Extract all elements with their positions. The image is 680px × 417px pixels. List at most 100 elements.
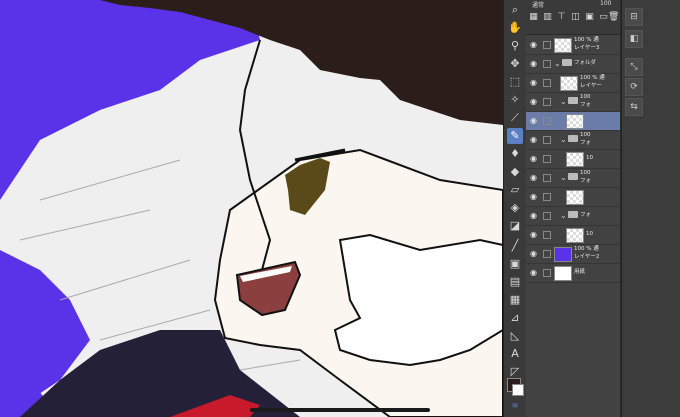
chevron-down-icon[interactable]: ⌄ (560, 135, 567, 145)
layers-panel: 通常 100 ▦ ▥ ⊤ ◫ ▣ ▭ 🗑 ◉ 100 % 通レイヤー3 ◉ ⌄ フォルダ… (526, 0, 620, 417)
frame-icon[interactable]: ▦ (507, 292, 523, 308)
layer-row[interactable]: ◉ 100 % 通レイヤー3 (526, 36, 620, 55)
layer-row[interactable]: ◉ ⌄ フォ (526, 207, 620, 226)
layer-row[interactable]: ◉ 10 (526, 226, 620, 245)
layer-row[interactable]: ◉ 10 (526, 150, 620, 169)
layer-opacity: 100 % 通 (574, 37, 599, 43)
clip-icon[interactable]: ▣ (584, 12, 595, 23)
transform-icon[interactable]: ⤡ (625, 58, 643, 76)
flip-icon[interactable]: ⇆ (625, 98, 643, 116)
pen-icon[interactable]: ✎ (507, 128, 523, 144)
sub-color-swatch[interactable] (512, 384, 524, 396)
layer-checkbox[interactable] (543, 41, 551, 49)
correct-line-icon[interactable]: ◺ (507, 328, 523, 344)
eye-icon[interactable]: ◉ (530, 269, 538, 277)
layer-checkbox[interactable] (543, 117, 551, 125)
layers-toolbar: 通常 100 ▦ ▥ ⊤ ◫ ▣ ▭ 🗑 (526, 0, 620, 35)
layer-thumbnail (554, 247, 572, 262)
layer-checkbox[interactable] (543, 231, 551, 239)
new-layer-icon[interactable]: ▦ (528, 12, 539, 23)
layer-name: フォ (580, 212, 592, 218)
layer-row[interactable]: ◉ 100 % 通レイヤー (526, 74, 620, 93)
layer-opacity: 100 (580, 170, 591, 176)
eye-icon[interactable]: ◉ (530, 155, 538, 163)
delete-icon[interactable]: 🗑 (608, 12, 619, 23)
layer-row[interactable]: ◉ ⌄ フォルダ (526, 55, 620, 74)
blend-mode-select[interactable]: 通常 (532, 0, 544, 9)
select-icon[interactable]: ⬚ (507, 74, 523, 90)
eye-icon[interactable]: ◉ (530, 41, 538, 49)
fill-icon[interactable]: ◪ (507, 218, 523, 234)
layer-row[interactable]: ◉ (526, 112, 620, 131)
text-icon[interactable]: A (507, 346, 523, 362)
layer-thumbnail (566, 228, 584, 243)
reference-icon[interactable]: ◫ (570, 12, 581, 23)
eye-icon[interactable]: ◉ (530, 250, 538, 258)
eye-icon[interactable]: ◉ (530, 193, 538, 201)
blend-icon[interactable]: ◈ (507, 200, 523, 216)
layer-opacity: 100 % 通 (580, 75, 605, 81)
layer-checkbox[interactable] (543, 250, 551, 258)
layer-row[interactable]: ◉ ⌄ 100 フォ (526, 93, 620, 112)
ruler-icon[interactable]: ⊿ (507, 310, 523, 326)
brush-icon[interactable]: ♦ (507, 146, 523, 162)
layer-checkbox[interactable] (543, 155, 551, 163)
rotate-icon[interactable]: ⟳ (625, 78, 643, 96)
layer-checkbox[interactable] (543, 60, 551, 68)
chevron-down-icon[interactable]: ⌄ (560, 211, 567, 221)
move-icon[interactable]: ✥ (507, 56, 523, 72)
layer-opacity: 100 % 通 (574, 246, 599, 252)
wand-icon[interactable]: ✧ (507, 92, 523, 108)
eye-icon[interactable]: ◉ (530, 212, 538, 220)
eye-icon[interactable]: ◉ (530, 136, 538, 144)
layer-name: 用紙 (574, 269, 586, 275)
drawing-canvas[interactable] (0, 0, 503, 417)
layer-checkbox[interactable] (543, 212, 551, 220)
chevron-down-icon[interactable]: ⌄ (560, 173, 567, 183)
folder-icon (568, 211, 578, 218)
eye-icon[interactable]: ◉ (530, 174, 538, 182)
folder-icon (568, 173, 578, 180)
figure-icon[interactable]: ▣ (507, 256, 523, 272)
eye-icon[interactable]: ◉ (530, 231, 538, 239)
layer-checkbox[interactable] (543, 136, 551, 144)
airbrush-icon[interactable]: ◆ (507, 164, 523, 180)
eye-icon[interactable]: ◉ (530, 60, 538, 68)
brush-preview-icon[interactable]: ⊟ (625, 8, 643, 26)
layer-row[interactable]: ◉ ⌄ 100 フォ (526, 169, 620, 188)
layer-name: フォ (580, 140, 592, 146)
layer-checkbox[interactable] (543, 269, 551, 277)
eye-icon[interactable]: ◉ (530, 79, 538, 87)
layer-thumbnail (554, 38, 572, 53)
eye-icon[interactable]: ◉ (530, 117, 538, 125)
chevron-down-icon[interactable]: ⌄ (560, 97, 567, 107)
line-icon[interactable]: ╱ (507, 238, 523, 254)
layer-checkbox[interactable] (543, 98, 551, 106)
layer-checkbox[interactable] (543, 193, 551, 201)
layer-thumbnail (566, 114, 584, 129)
hand-icon[interactable]: ✋ (507, 20, 523, 36)
layer-property-icon[interactable]: ◧ (625, 30, 643, 48)
layer-name: レイヤー2 (574, 254, 600, 260)
merge-icon[interactable]: ⊤ (556, 12, 567, 23)
layer-row[interactable]: ◉ (526, 188, 620, 207)
color-mode-icon[interactable]: ≋ (507, 398, 523, 414)
layer-row[interactable]: ◉ ⌄ 100 フォ (526, 131, 620, 150)
layer-checkbox[interactable] (543, 79, 551, 87)
eyedropper-icon[interactable]: ⟋ (507, 110, 523, 126)
eye-icon[interactable]: ◉ (530, 98, 538, 106)
layer-opacity: 10 (586, 231, 593, 237)
opacity-value[interactable]: 100 (600, 0, 611, 7)
layer-row[interactable]: ◉ 用紙 (526, 264, 620, 283)
layer-thumbnail (566, 152, 584, 167)
layer-row[interactable]: ◉ 100 % 通レイヤー2 (526, 245, 620, 264)
layer-name: レイヤー (580, 83, 602, 89)
right-dock: ⊟ ◧ ⤡ ⟳ ⇆ (621, 0, 680, 417)
chevron-down-icon[interactable]: ⌄ (554, 59, 561, 69)
gradient-icon[interactable]: ▤ (507, 274, 523, 290)
eraser-icon[interactable]: ▱ (507, 182, 523, 198)
search-icon[interactable]: ⌕ (507, 2, 523, 18)
zoom-icon[interactable]: ⚲ (507, 38, 523, 54)
layer-checkbox[interactable] (543, 174, 551, 182)
vector-layer-icon[interactable]: ▥ (542, 12, 553, 23)
